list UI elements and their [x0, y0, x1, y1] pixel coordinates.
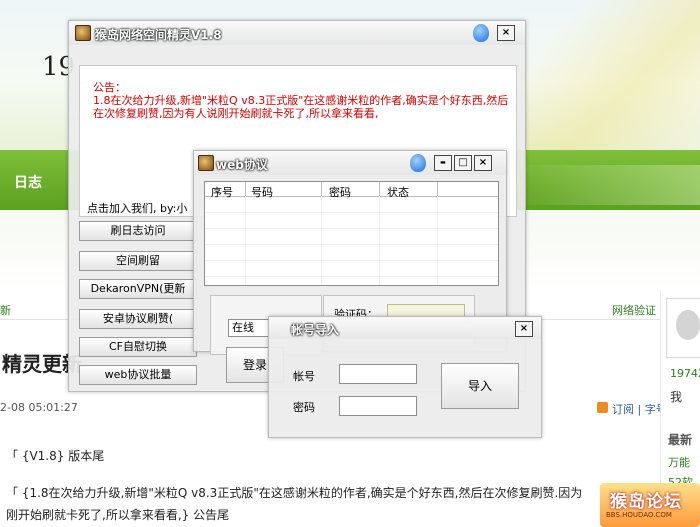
minimize-button[interactable]: ▬ — [434, 155, 452, 171]
web-window-title: web协议 — [216, 158, 268, 172]
main-close-button[interactable]: × — [497, 25, 515, 41]
article-paragraph-2: 「 {1.8在次给力升级,新增"米粒Q v8.3正式版"在这感谢米粒的作者,确实… — [6, 486, 583, 500]
table-row — [205, 212, 498, 213]
main-window-titlebar[interactable]: 猴岛网络空间精灵V1.8 × — [69, 21, 525, 45]
web-window-titlebar[interactable]: web协议 ▬ □ × — [194, 151, 506, 175]
user-id-link[interactable]: 19742 — [670, 367, 700, 380]
notice-heading: 公告： — [93, 81, 126, 94]
password-input[interactable] — [339, 396, 417, 416]
nav-bar-highlight — [508, 165, 700, 205]
sidebar-link-1[interactable]: 万能 — [668, 454, 690, 470]
column-header-password: 密码 — [329, 186, 351, 199]
sidebar-latest-heading: 最新 — [668, 433, 693, 447]
avatar — [676, 310, 700, 340]
article-paragraph-1: 「 {V1.8} 版本尾 — [6, 449, 105, 463]
column-header-number: 号码 — [251, 186, 273, 199]
password-label: 密码 — [293, 401, 315, 414]
grid-column — [379, 196, 380, 285]
column-divider — [437, 182, 438, 196]
table-row — [205, 260, 498, 261]
app-icon — [75, 25, 91, 41]
table-row — [205, 244, 498, 245]
notice-body: 1.8在次给力升级,新增"米粒Q v8.3正式版"在这感谢米粒的作者,确实是个好… — [93, 94, 509, 120]
table-row — [205, 276, 498, 277]
nav-item-blog[interactable]: 日志 — [14, 172, 42, 192]
breadcrumb-link[interactable]: 新 — [0, 302, 11, 318]
web-close-button[interactable]: × — [474, 155, 492, 171]
join-us-link[interactable]: 点击加入我们, by:小 — [87, 200, 187, 216]
main-window-title: 猴岛网络空间精灵V1.8 — [95, 28, 222, 42]
subscribe-font-size-links[interactable]: 订阅 | 字号 — [612, 401, 667, 417]
category-link[interactable]: 网络验证 — [612, 302, 656, 318]
grid-column — [245, 196, 246, 285]
rss-icon[interactable] — [597, 402, 608, 413]
column-divider — [321, 182, 322, 196]
visit-log-button[interactable]: 刷日志访问 — [79, 221, 197, 241]
article-paragraph-3: 刚开始刷就卡死了,所以拿来看看,} 公告尾 — [6, 508, 230, 522]
web-protocol-batch-button[interactable]: web协议批量 — [79, 365, 197, 385]
app-icon — [198, 155, 214, 171]
import-window-title: 帐号导入 — [291, 323, 340, 337]
watermark-text: 猴岛论坛 — [610, 492, 682, 512]
account-label: 帐号 — [293, 370, 315, 383]
column-divider — [379, 182, 380, 196]
import-close-button[interactable]: × — [515, 321, 533, 337]
qq-penguin-icon[interactable] — [473, 24, 489, 42]
table-header — [205, 182, 498, 197]
dekaron-vpn-button[interactable]: DekaronVPN(更新 — [79, 279, 197, 299]
table-row — [205, 228, 498, 229]
column-header-index: 序号 — [211, 186, 233, 199]
article-date: 2-08 05:01:27 — [0, 401, 78, 414]
column-divider — [245, 182, 246, 196]
notice-text: 公告： 1.8在次给力升级,新增"米粒Q v8.3正式版"在这感谢米粒的作者,确… — [93, 81, 513, 120]
account-table[interactable]: 序号 号码 密码 状态 — [204, 181, 499, 286]
grid-column — [321, 196, 322, 285]
maximize-button[interactable]: □ — [454, 155, 472, 171]
header-light-ray — [520, 0, 700, 150]
account-import-window: 帐号导入 × 帐号 密码 导入 — [268, 316, 542, 438]
sidebar-me: 我 — [670, 390, 683, 404]
watermark-url: BBS.HOUDAO.COM — [606, 511, 672, 519]
column-header-status: 状态 — [387, 186, 409, 199]
qq-penguin-icon[interactable] — [410, 154, 426, 172]
account-input[interactable] — [339, 364, 417, 384]
cf-switch-button[interactable]: CF自慰切换 — [79, 337, 197, 357]
import-window-titlebar[interactable]: 帐号导入 × — [269, 317, 541, 339]
import-button[interactable]: 导入 — [441, 363, 519, 409]
grid-column — [437, 196, 438, 285]
space-message-button[interactable]: 空间刷留 — [79, 251, 197, 271]
android-protocol-like-button[interactable]: 安卓协议刷赞( — [79, 309, 197, 329]
